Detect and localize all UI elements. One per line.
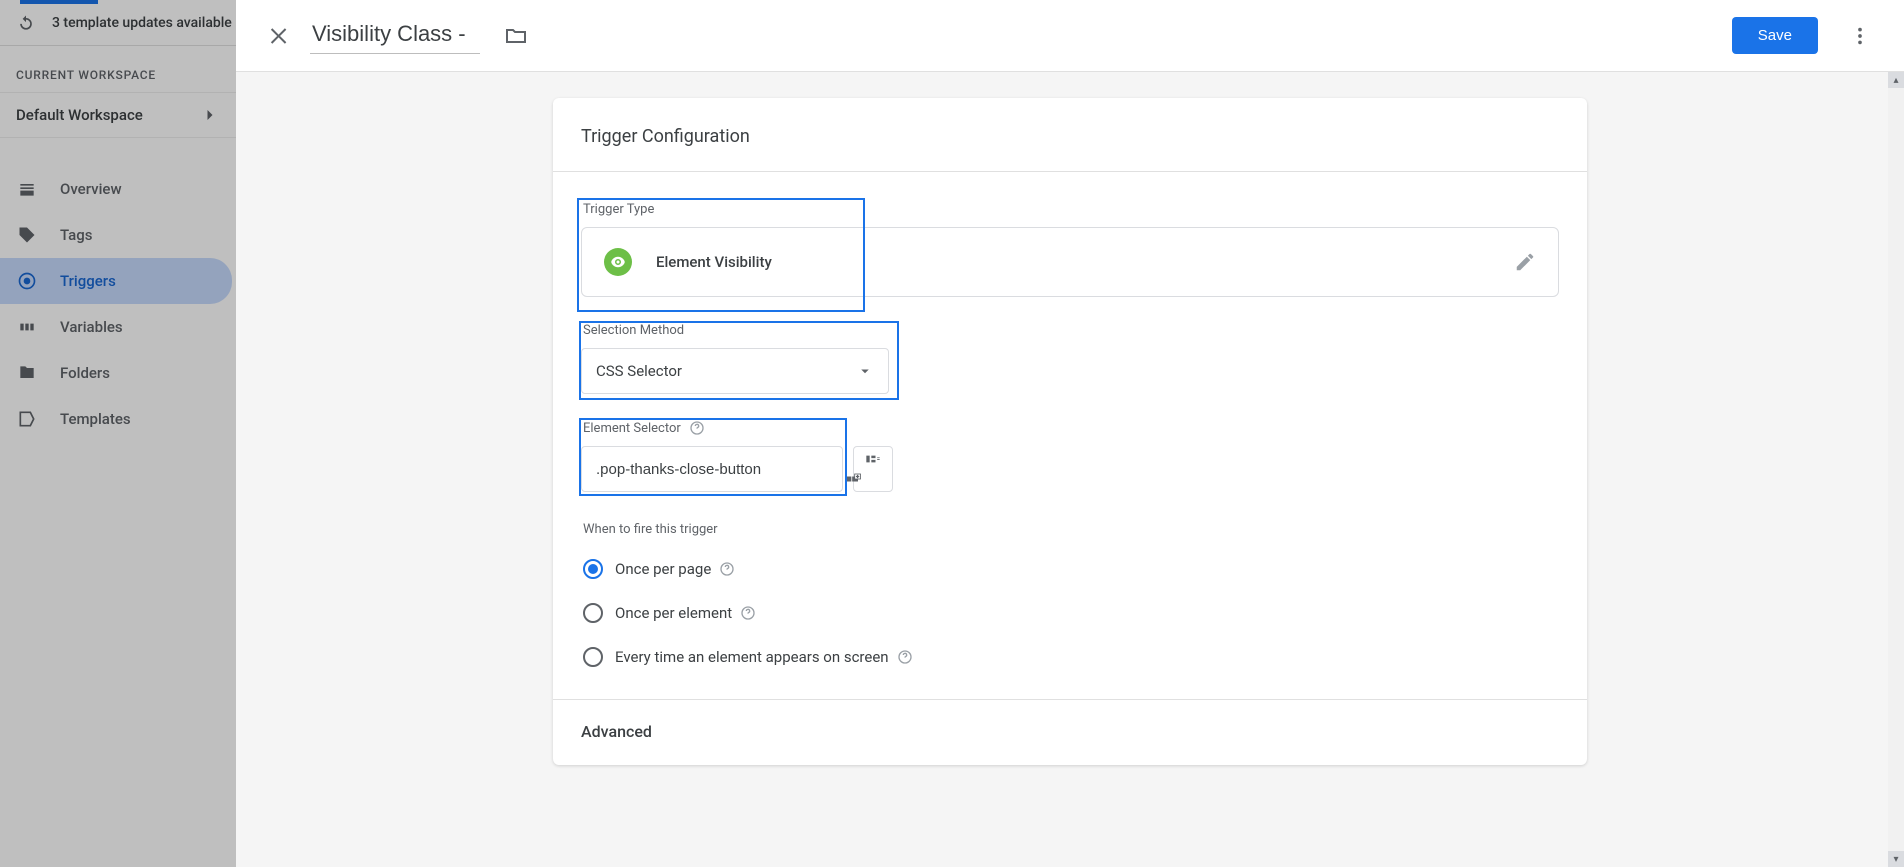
radio-button[interactable] (583, 603, 603, 623)
help-icon[interactable] (689, 420, 705, 436)
trigger-type-label: Trigger Type (581, 202, 1559, 217)
insert-variable-button[interactable] (853, 446, 893, 492)
more-vert-icon (1849, 25, 1871, 47)
element-selector-section: Element Selector (581, 420, 893, 492)
advanced-section-header[interactable]: Advanced (553, 699, 1587, 741)
selection-method-label: Selection Method (581, 323, 889, 338)
trigger-type-selector[interactable]: Element Visibility (581, 227, 1559, 297)
card-title: Trigger Configuration (581, 126, 1559, 147)
element-selector-label: Element Selector (583, 421, 681, 436)
folder-outline-icon[interactable] (504, 24, 528, 48)
radio-every-time[interactable]: Every time an element appears on screen (581, 635, 1559, 679)
divider (553, 171, 1587, 172)
radio-button[interactable] (583, 647, 603, 667)
element-selector-label-row: Element Selector (581, 420, 893, 436)
save-button[interactable]: Save (1732, 17, 1818, 54)
selection-method-value: CSS Selector (596, 362, 682, 380)
trigger-config-card: Trigger Configuration Trigger Type Eleme… (553, 98, 1587, 765)
selection-method-section: Selection Method CSS Selector (581, 323, 889, 394)
visibility-icon (604, 248, 632, 276)
radio-label: Every time an element appears on screen (615, 648, 889, 666)
help-icon[interactable] (897, 649, 913, 665)
close-icon (268, 24, 292, 48)
sheet-header: Save (236, 0, 1904, 72)
radio-button[interactable] (583, 559, 603, 579)
trigger-editor-sheet: Save Trigger Configuration Trigger Type (236, 0, 1904, 867)
scrollbar[interactable]: ▴ ▾ (1888, 72, 1904, 867)
trigger-name-input[interactable] (310, 17, 480, 54)
help-icon[interactable] (740, 605, 756, 621)
more-menu-button[interactable] (1840, 16, 1880, 56)
variable-block-icon (863, 449, 883, 489)
radio-once-per-element[interactable]: Once per element (581, 591, 1559, 635)
edit-icon[interactable] (1514, 251, 1536, 273)
trigger-type-section: Trigger Type Element Visibility (581, 202, 1559, 297)
trigger-type-value: Element Visibility (656, 253, 772, 271)
radio-label: Once per page (615, 560, 711, 578)
radio-label: Once per element (615, 604, 732, 622)
close-button[interactable] (260, 16, 300, 56)
radio-once-per-page[interactable]: Once per page (581, 547, 1559, 591)
fire-frequency-radio-group: Once per page Once per element (581, 547, 1559, 679)
help-icon[interactable] (719, 561, 735, 577)
scroll-down-button[interactable]: ▾ (1888, 851, 1904, 867)
when-to-fire-label: When to fire this trigger (581, 522, 1559, 537)
selection-method-select[interactable]: CSS Selector (581, 348, 889, 394)
scroll-up-button[interactable]: ▴ (1888, 72, 1904, 88)
chevron-down-icon (856, 362, 874, 380)
sheet-body[interactable]: Trigger Configuration Trigger Type Eleme… (236, 72, 1904, 867)
element-selector-input[interactable] (581, 446, 843, 492)
